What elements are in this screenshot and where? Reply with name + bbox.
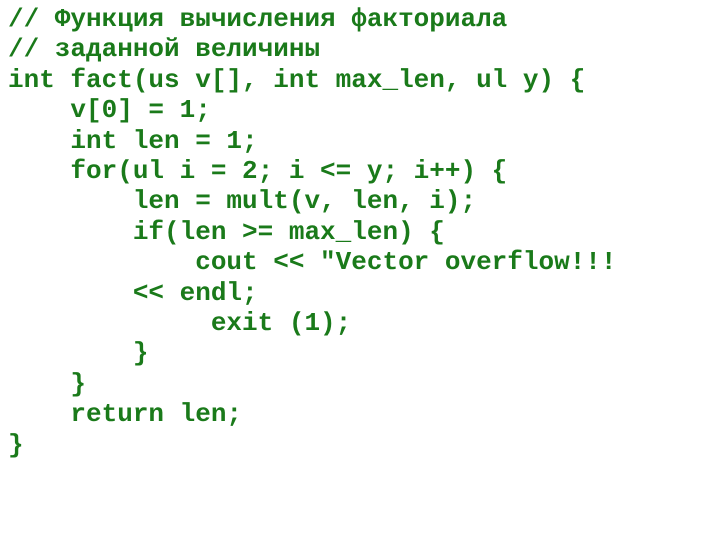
code-block: // Функция вычисления факториала // зада… [0,0,720,464]
